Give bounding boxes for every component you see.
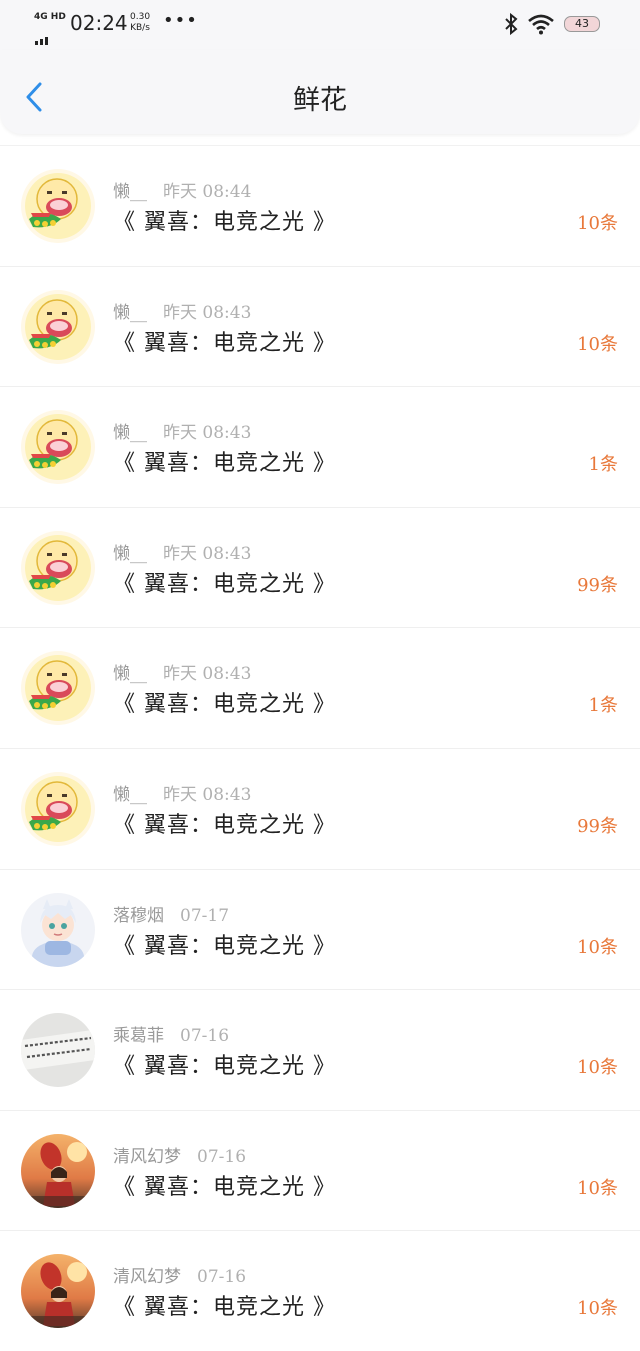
item-meta: 乘葛菲 07-16 <box>113 1021 229 1046</box>
flower-count: 10条 <box>577 1298 618 1320</box>
timestamp: 07-16 <box>180 1026 230 1047</box>
status-bar: 4G HD 02:24 0.30 KB/s ••• 43 <box>0 0 640 50</box>
username: 懒__ <box>113 182 147 202</box>
book-title: 《 翼喜：电竞之光 》 <box>113 692 336 718</box>
flower-count: 1条 <box>588 695 618 717</box>
book-title: 《 翼喜：电竞之光 》 <box>113 1174 336 1200</box>
item-meta: 懒__ 昨天 08:43 <box>113 780 251 805</box>
more-notifications-icon: ••• <box>163 10 198 31</box>
page-title: 鲜花 <box>293 85 347 116</box>
item-meta: 懒__ 昨天 08:43 <box>113 539 251 564</box>
timestamp: 昨天 08:43 <box>163 423 252 444</box>
book-title: 《 翼喜：电竞之光 》 <box>113 451 336 477</box>
flower-count: 99条 <box>577 574 618 596</box>
avatar[interactable] <box>21 1133 95 1208</box>
username: 懒__ <box>113 423 147 444</box>
flower-count: 10条 <box>577 1177 618 1199</box>
avatar[interactable] <box>21 1013 95 1088</box>
speed-value: 0.30 <box>130 12 151 22</box>
header: 鲜花 <box>0 50 640 134</box>
list-item[interactable]: 落穆烟 07-17 《 翼喜：电竞之光 》 10条 <box>0 868 640 990</box>
flower-count: 10条 <box>577 333 618 355</box>
avatar[interactable] <box>21 771 95 846</box>
flower-count: 99条 <box>577 815 618 837</box>
username: 清风幻梦 <box>113 1146 181 1167</box>
item-meta: 懒__ 昨天 08:43 <box>113 659 251 684</box>
timestamp: 昨天 08:43 <box>163 543 252 564</box>
username: 懒__ <box>113 302 147 323</box>
list-item[interactable]: 懒__ 昨天 08:43 《 翼喜：电竞之光 》 99条 <box>0 506 640 628</box>
speed-unit: KB/s <box>130 23 150 33</box>
book-title: 《 翼喜：电竞之光 》 <box>113 1054 336 1080</box>
avatar[interactable] <box>21 1254 95 1329</box>
bluetooth-icon <box>505 12 518 36</box>
username: 落穆烟 <box>113 905 164 926</box>
book-title: 《 翼喜：电竞之光 》 <box>113 812 336 838</box>
list-item[interactable]: 懒__ 昨天 08:43 《 翼喜：电竞之光 》 99条 <box>0 747 640 869</box>
list-item[interactable]: 清风幻梦 07-16 《 翼喜：电竞之光 》 10条 <box>0 1230 640 1351</box>
list-item[interactable]: 懒__ 昨天 08:43 《 翼喜：电竞之光 》 1条 <box>0 627 640 748</box>
list-item[interactable]: 懒__ 昨天 08:43 《 翼喜：电竞之光 》 1条 <box>0 386 640 507</box>
signal-icon <box>35 26 50 45</box>
item-meta: 落穆烟 07-17 <box>113 901 229 926</box>
timestamp: 昨天 08:43 <box>163 664 252 685</box>
timestamp: 昨天 08:44 <box>163 182 252 202</box>
list-item[interactable]: 懒__ 昨天 08:44 《 翼喜：电竞之光 》 10条 <box>0 145 640 266</box>
username: 清风幻梦 <box>113 1267 181 1288</box>
battery-icon: 43 <box>564 16 600 32</box>
item-meta: 懒__ 昨天 08:43 <box>113 298 251 323</box>
timestamp: 昨天 08:43 <box>163 784 252 805</box>
list-item[interactable]: 乘葛菲 07-16 《 翼喜：电竞之光 》 10条 <box>0 989 640 1110</box>
flower-list: 懒__ 昨天 08:44 《 翼喜：电竞之光 》 10条 懒__ 昨天 08:43 《 翼喜… <box>0 145 640 1351</box>
avatar[interactable] <box>21 169 95 243</box>
item-meta: 清风幻梦 07-16 <box>113 1142 246 1167</box>
network-speed: 0.30 KB/s <box>130 12 150 34</box>
flower-count: 10条 <box>577 936 618 958</box>
clock: 02:24 <box>70 11 128 35</box>
book-title: 《 翼喜：电竞之光 》 <box>113 330 336 356</box>
item-meta: 懒__ 昨天 08:44 <box>113 177 251 202</box>
username: 懒__ <box>113 543 147 564</box>
avatar[interactable] <box>21 892 95 967</box>
avatar[interactable] <box>21 530 95 605</box>
timestamp: 昨天 08:43 <box>163 302 252 323</box>
flower-count: 10条 <box>577 213 618 234</box>
avatar[interactable] <box>21 410 95 485</box>
flower-count: 10条 <box>577 1057 618 1079</box>
item-meta: 清风幻梦 07-16 <box>113 1262 246 1287</box>
book-title: 《 翼喜：电竞之光 》 <box>113 210 336 235</box>
book-title: 《 翼喜：电竞之光 》 <box>113 933 336 959</box>
network-type: 4G HD <box>34 12 66 22</box>
item-meta: 懒__ 昨天 08:43 <box>113 418 251 443</box>
wifi-icon <box>528 14 554 35</box>
list-item[interactable]: 清风幻梦 07-16 《 翼喜：电竞之光 》 10条 <box>0 1109 640 1231</box>
avatar[interactable] <box>21 289 95 364</box>
avatar[interactable] <box>21 651 95 726</box>
timestamp: 07-17 <box>180 905 230 926</box>
list-item[interactable]: 懒__ 昨天 08:43 《 翼喜：电竞之光 》 10条 <box>0 265 640 387</box>
book-title: 《 翼喜：电竞之光 》 <box>113 1295 336 1321</box>
flower-count: 1条 <box>588 454 618 476</box>
username: 乘葛菲 <box>113 1026 164 1047</box>
username: 懒__ <box>113 664 147 685</box>
timestamp: 07-16 <box>197 1267 247 1288</box>
book-title: 《 翼喜：电竞之光 》 <box>113 571 336 597</box>
timestamp: 07-16 <box>197 1146 247 1167</box>
username: 懒__ <box>113 784 147 805</box>
